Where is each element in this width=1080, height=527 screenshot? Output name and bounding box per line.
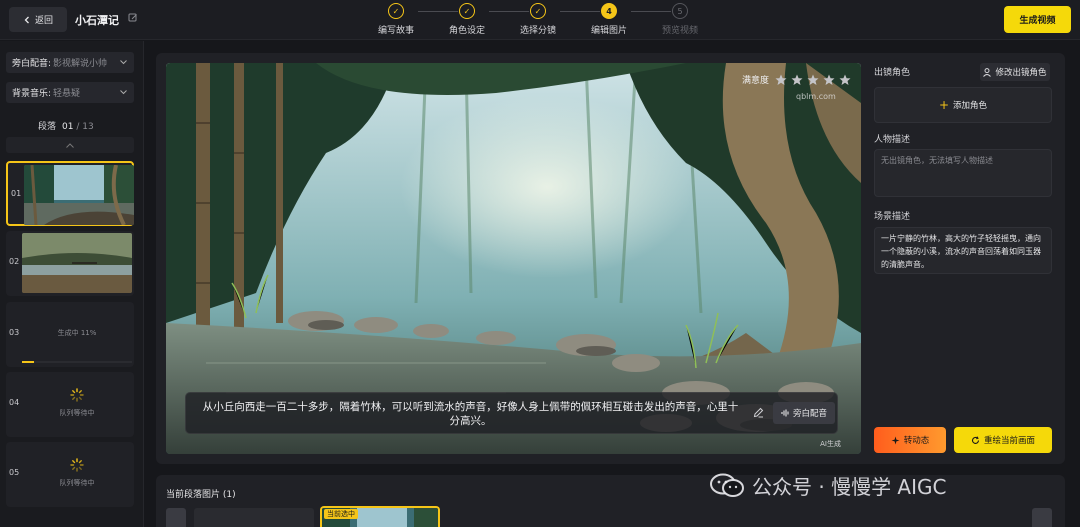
project-title: 小石潭记 <box>75 14 119 27</box>
strip-prev-button[interactable] <box>166 508 186 527</box>
redraw-label: 重绘当前画面 <box>983 436 1035 446</box>
check-icon: ✓ <box>459 3 475 19</box>
strip-current-image[interactable]: 当前选中 <box>320 506 440 527</box>
step-label: 预览视频 <box>661 26 698 36</box>
strip-next-button[interactable] <box>1032 508 1052 527</box>
strip-image-slot[interactable] <box>194 508 314 527</box>
step-write-story[interactable]: ✓ 编写故事 <box>366 3 426 36</box>
ai-generated-tag: AI生成 <box>820 440 841 448</box>
wechat-watermark: 公众号 · 慢慢学 AIGC <box>708 470 946 500</box>
step-preview-video[interactable]: 5 预览视频 <box>650 3 710 36</box>
step-number: 5 <box>672 3 688 19</box>
sparkle-icon <box>891 436 900 444</box>
edit-characters-label: 修改出镜角色 <box>995 68 1047 78</box>
segment-image <box>22 233 132 293</box>
narration-voice-select[interactable]: 旁白配音: 影视解说小帅 <box>6 52 134 73</box>
narration-button[interactable]: 旁白配音 <box>773 402 835 424</box>
chevron-down-icon <box>120 60 127 65</box>
queue-status: 队列等待中 <box>59 479 95 487</box>
user-edit-icon <box>983 67 992 77</box>
segment-current: 01 <box>62 122 74 132</box>
music-key: 背景音乐: <box>12 89 52 99</box>
segment-number: 03 <box>9 328 20 337</box>
edit-title-icon[interactable] <box>128 13 138 23</box>
loading-spinner-icon <box>70 458 84 472</box>
check-icon: ✓ <box>530 3 546 19</box>
edit-characters-button[interactable]: 修改出镜角色 <box>980 63 1050 81</box>
characters-title: 出镜角色 <box>874 68 911 78</box>
step-select-storyboard[interactable]: ✓ 选择分镜 <box>508 3 568 36</box>
step-number: 4 <box>601 3 617 19</box>
step-edit-image[interactable]: 4 编辑图片 <box>579 3 639 36</box>
caption-box: 从小丘向西走一百二十多步，隔着竹林，可以听到流水的声音，好像人身上佩带的佩环相互… <box>185 392 838 434</box>
step-label: 编写故事 <box>377 26 414 36</box>
segment-thumbnail-01[interactable]: 01 <box>6 161 134 226</box>
star-icon[interactable] <box>775 74 787 86</box>
star-icon[interactable] <box>791 74 803 86</box>
image-editor-panel: qblm.com 满意度 从小丘向西走一百二十多步，隔着竹林，可以听到流水的声音… <box>156 53 1065 464</box>
step-label: 编辑图片 <box>590 26 627 36</box>
caption-text[interactable]: 从小丘向西走一百二十多步，隔着竹林，可以听到流水的声音，好像人身上佩带的佩环相互… <box>198 400 743 428</box>
progress-fill <box>22 361 35 363</box>
step-label: 选择分镜 <box>519 26 556 36</box>
star-icon[interactable] <box>823 74 835 86</box>
star-icon[interactable] <box>839 74 851 86</box>
narration-value: 影视解说小帅 <box>53 59 108 69</box>
scene-description-field[interactable]: 一片宁静的竹林，高大的竹子轻轻摇曳，通向一个隐蔽的小溪，流水的声音回荡着如同玉器… <box>874 227 1052 274</box>
rating-label: 满意度 <box>741 76 769 86</box>
add-character-label: 添加角色 <box>953 101 988 111</box>
music-value: 轻悬疑 <box>53 89 81 99</box>
redraw-button[interactable]: 重绘当前画面 <box>954 427 1052 453</box>
satisfaction-rating: 满意度 <box>742 73 851 86</box>
segment-number: 05 <box>9 468 20 477</box>
refresh-icon <box>971 435 980 444</box>
back-button[interactable]: 返回 <box>9 7 67 32</box>
generate-video-button[interactable]: 生成视频 <box>1004 6 1071 33</box>
audio-wave-icon <box>781 409 789 417</box>
segment-thumbnail-03[interactable]: 03 生成中 11% <box>6 302 134 367</box>
segment-label: 段落 <box>38 122 57 132</box>
segment-image <box>24 165 134 225</box>
animate-label: 转动态 <box>903 436 930 446</box>
plus-icon: + <box>938 98 950 112</box>
add-character-button[interactable]: + 添加角色 <box>874 87 1052 123</box>
loading-spinner-icon <box>70 388 84 402</box>
chevron-up-icon <box>66 142 74 148</box>
strip-title: 当前段落图片 (1) <box>166 490 236 500</box>
narration-button-label: 旁白配音 <box>792 409 827 419</box>
segment-sidebar: 旁白配音: 影视解说小帅 背景音乐: 轻悬疑 段落 01 / 13 01 02 … <box>0 41 1065 527</box>
generation-status: 生成中 11% <box>57 329 97 337</box>
current-badge: 当前选中 <box>324 509 358 519</box>
wechat-icon <box>710 473 744 497</box>
background-music-select[interactable]: 背景音乐: 轻悬疑 <box>6 82 134 103</box>
segment-thumbnail-05[interactable]: 05 队列等待中 <box>6 442 134 507</box>
person-description-title: 人物描述 <box>874 135 911 145</box>
queue-status: 队列等待中 <box>59 409 95 417</box>
step-label: 角色设定 <box>448 26 485 36</box>
segment-thumbnail-04[interactable]: 04 队列等待中 <box>6 372 134 437</box>
top-bar: 返回 小石潭记 ✓ 编写故事 ✓ 角色设定 ✓ 选择分镜 4 编辑图片 5 预览… <box>0 0 1080 40</box>
step-character-setup[interactable]: ✓ 角色设定 <box>437 3 497 36</box>
segment-number: 04 <box>9 398 20 407</box>
back-label: 返回 <box>34 16 53 26</box>
segment-number: 02 <box>9 257 20 266</box>
edit-caption-icon[interactable] <box>753 407 764 418</box>
segment-counter: 段落 01 / 13 <box>38 119 94 132</box>
watermark-text: 公众号 · 慢慢学 AIGC <box>752 474 947 499</box>
segment-total: / 13 <box>76 122 94 132</box>
chevron-down-icon <box>120 90 127 95</box>
scene-image[interactable]: qblm.com 满意度 从小丘向西走一百二十多步，隔着竹林，可以听到流水的声音… <box>166 63 861 454</box>
person-description-field[interactable]: 无出镜角色，无法填写人物描述 <box>874 149 1052 197</box>
scene-description-title: 场景描述 <box>874 212 911 222</box>
chevron-left-icon <box>24 16 29 23</box>
narration-key: 旁白配音: <box>12 59 52 69</box>
generation-progress-bar <box>22 361 132 363</box>
image-watermark: qblm.com <box>796 92 836 101</box>
scroll-up-button[interactable] <box>6 137 134 153</box>
check-icon: ✓ <box>388 3 404 19</box>
segment-thumbnail-02[interactable]: 02 <box>6 231 134 296</box>
segment-number: 01 <box>11 189 22 198</box>
star-icon[interactable] <box>807 74 819 86</box>
animate-button[interactable]: 转动态 <box>874 427 946 453</box>
